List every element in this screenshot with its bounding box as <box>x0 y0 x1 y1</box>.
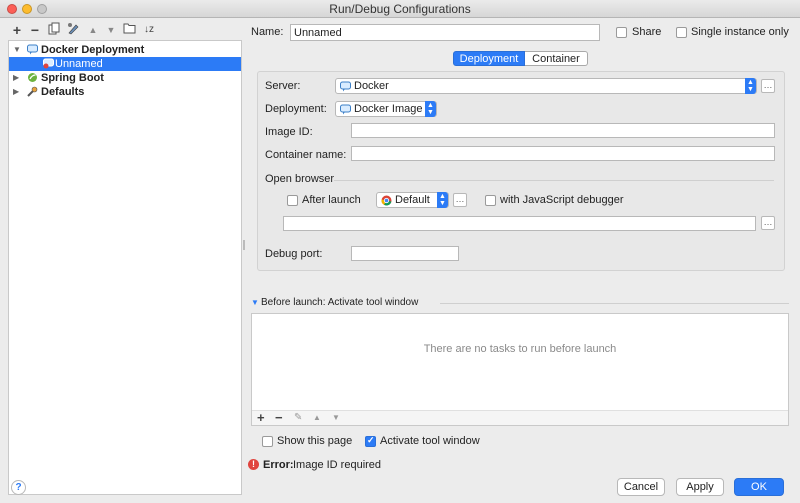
tab-container[interactable]: Container <box>525 51 588 66</box>
docker-icon <box>27 44 38 55</box>
tree-item-label: Spring Boot <box>41 72 104 84</box>
show-this-page-checkbox[interactable] <box>262 436 273 447</box>
after-launch-label: After launch <box>302 194 361 206</box>
select-arrows-icon: ▲ ▼ <box>425 101 436 117</box>
edit-defaults-icon[interactable] <box>66 22 80 38</box>
chevron-right-icon[interactable]: ▶ <box>13 85 19 99</box>
move-up-icon[interactable]: ▲ <box>313 413 321 422</box>
ok-button[interactable]: OK <box>734 478 784 496</box>
single-instance-label: Single instance only <box>691 26 789 38</box>
server-value: Docker <box>354 80 389 92</box>
configuration-tree: ▼ Docker Deployment Unnamed ▶ Spring Boo… <box>8 40 242 495</box>
debug-port-input[interactable] <box>351 246 459 261</box>
move-down-icon[interactable]: ▼ <box>104 22 118 38</box>
before-launch-task-list: There are no tasks to run before launch … <box>251 313 789 426</box>
tab-deployment[interactable]: Deployment <box>453 51 525 66</box>
title-bar: Run/Debug Configurations <box>0 0 800 18</box>
tree-item-spring-boot[interactable]: ▶ Spring Boot <box>9 71 241 85</box>
server-browse-button[interactable]: … <box>761 79 775 93</box>
server-select[interactable]: Docker ▲ ▼ <box>335 78 757 94</box>
tree-item-label: Defaults <box>41 86 85 98</box>
splitter-handle[interactable] <box>243 240 245 250</box>
window-title: Run/Debug Configurations <box>329 2 471 16</box>
js-debugger-label: with JavaScript debugger <box>500 194 624 206</box>
folder-icon[interactable] <box>122 22 136 38</box>
select-arrows-icon: ▲ ▼ <box>745 78 756 94</box>
tree-item-docker-deployment[interactable]: ▼ Docker Deployment <box>9 43 241 57</box>
tree-item-unnamed[interactable]: Unnamed <box>9 57 241 71</box>
chevron-right-icon[interactable]: ▶ <box>13 71 19 85</box>
show-this-page-label: Show this page <box>277 435 353 447</box>
move-down-icon[interactable]: ▼ <box>332 413 340 422</box>
chrome-icon <box>381 195 392 206</box>
image-id-label: Image ID: <box>265 126 313 138</box>
add-icon[interactable]: + <box>10 22 24 38</box>
tree-toolbar: + − ▲ ▼ ↓z <box>0 22 242 40</box>
remove-task-icon[interactable]: − <box>275 410 283 425</box>
tree-item-label: Docker Deployment <box>41 44 145 56</box>
name-label: Name: <box>251 26 284 38</box>
share-checkbox[interactable] <box>616 27 627 38</box>
collapse-arrow-icon[interactable]: ▼ <box>251 298 259 307</box>
copy-icon[interactable] <box>47 22 61 38</box>
separator <box>440 303 789 304</box>
activate-tool-window-checkbox[interactable] <box>365 435 376 447</box>
after-launch-checkbox[interactable] <box>287 195 298 206</box>
select-arrows-icon: ▲ ▼ <box>437 192 448 208</box>
tree-item-defaults[interactable]: ▶ Defaults <box>9 85 241 99</box>
before-launch-header: Before launch: Activate tool window <box>261 297 419 308</box>
activate-tool-window-label: Activate tool window <box>380 435 480 447</box>
browser-value: Default <box>395 194 430 206</box>
image-id-input[interactable] <box>351 123 775 138</box>
open-browser-label: Open browser <box>265 173 335 185</box>
url-input[interactable] <box>283 216 756 231</box>
container-name-label: Container name: <box>265 149 347 161</box>
error-prefix: Error: <box>263 459 294 471</box>
help-button[interactable]: ? <box>11 480 26 495</box>
wrench-icon <box>27 86 38 97</box>
docker-icon <box>340 81 351 92</box>
debug-port-label: Debug port: <box>265 248 323 260</box>
url-browse-button[interactable]: … <box>761 216 775 230</box>
apply-button[interactable]: Apply <box>676 478 724 496</box>
error-message: Image ID required <box>293 459 382 471</box>
spring-boot-icon <box>28 73 37 82</box>
separator <box>334 180 774 181</box>
remove-icon[interactable]: − <box>28 22 42 38</box>
browser-select[interactable]: Default ▲ ▼ <box>376 192 449 208</box>
name-input[interactable] <box>290 24 600 41</box>
sort-icon[interactable]: ↓z <box>142 22 156 38</box>
task-toolbar: + − ✎ ▲ ▼ <box>252 410 788 425</box>
error-icon: ! <box>248 459 259 470</box>
single-instance-checkbox[interactable] <box>676 27 687 38</box>
edit-task-icon[interactable]: ✎ <box>294 412 302 423</box>
deployment-label: Deployment: <box>265 103 327 115</box>
server-label: Server: <box>265 80 301 92</box>
chevron-down-icon[interactable]: ▼ <box>13 43 21 57</box>
js-debugger-checkbox[interactable] <box>485 195 496 206</box>
deployment-value: Docker Image <box>354 103 423 115</box>
move-up-icon[interactable]: ▲ <box>86 22 100 38</box>
docker-icon <box>340 104 351 115</box>
tree-item-label: Unnamed <box>55 58 103 70</box>
deployment-select[interactable]: Docker Image ▲ ▼ <box>335 101 437 117</box>
docker-config-icon <box>43 58 54 69</box>
share-label: Share <box>632 26 662 38</box>
container-name-input[interactable] <box>351 146 775 161</box>
browser-browse-button[interactable]: … <box>453 193 467 207</box>
empty-tasks-text: There are no tasks to run before launch <box>423 343 617 355</box>
add-task-icon[interactable]: + <box>257 410 265 425</box>
cancel-button[interactable]: Cancel <box>617 478 665 496</box>
